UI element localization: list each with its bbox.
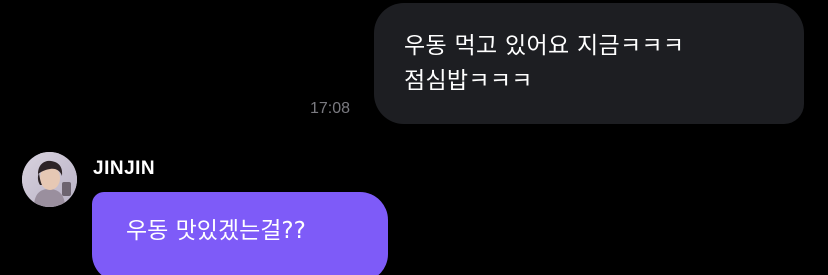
sender-name: JINJIN <box>93 158 156 179</box>
incoming-message-bubble[interactable]: 우동 맛있겠는걸?? <box>92 192 388 275</box>
avatar[interactable] <box>22 152 77 207</box>
message-text-line: 우동 먹고 있어요 지금ㅋㅋㅋ <box>404 33 685 59</box>
message-timestamp: 17:08 <box>310 100 351 117</box>
message-text: 우동 맛있겠는걸?? <box>126 218 306 244</box>
chat-view: 우동 먹고 있어요 지금ㅋㅋㅋ 점심밥ㅋㅋㅋ 17:08 JINJIN 우동 맛… <box>0 0 828 275</box>
message-text-line: 점심밥ㅋㅋㅋ <box>404 68 533 94</box>
profile-photo-icon <box>22 152 77 207</box>
outgoing-message-bubble[interactable]: 우동 먹고 있어요 지금ㅋㅋㅋ 점심밥ㅋㅋㅋ <box>374 3 804 124</box>
